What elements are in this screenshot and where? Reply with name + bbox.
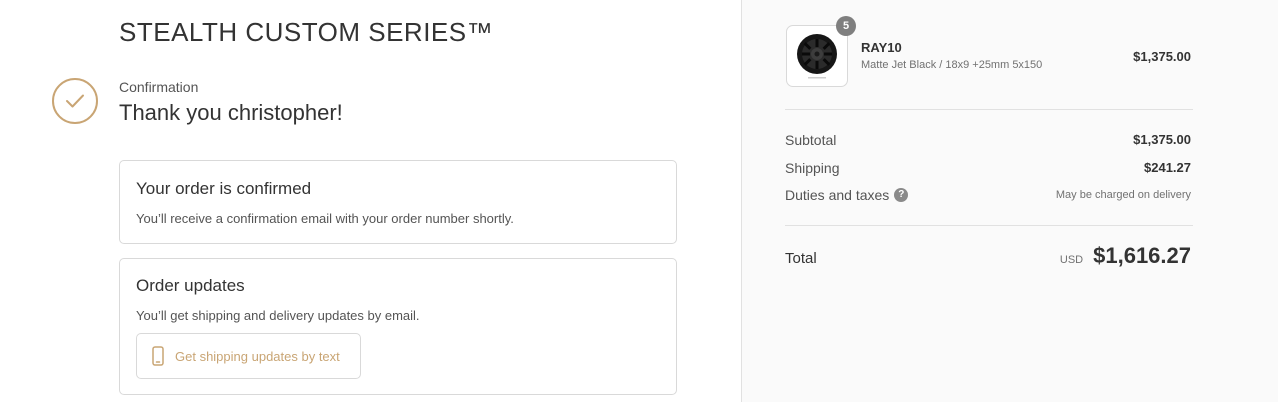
total-divider xyxy=(785,225,1193,226)
main-content: STEALTH CUSTOM SERIES™ Confirmation Than… xyxy=(0,0,741,402)
product-thumbnail xyxy=(786,25,848,87)
quantity-badge: 5 xyxy=(836,16,856,36)
shipping-label: Shipping xyxy=(785,160,840,176)
order-confirmed-card: Your order is confirmed You’ll receive a… xyxy=(119,160,677,244)
checkmark-icon xyxy=(52,78,98,124)
sms-updates-label: Get shipping updates by text xyxy=(175,348,340,364)
help-icon[interactable]: ? xyxy=(894,188,909,202)
currency-code: USD xyxy=(1059,254,1084,266)
summary-divider xyxy=(785,109,1193,110)
duties-label: Duties and taxes xyxy=(785,187,890,203)
shipping-value: $241.27 xyxy=(1144,160,1191,175)
product-variant: Matte Jet Black / 18x9 +25mm 5x150 xyxy=(861,59,1043,71)
subtotal-value: $1,375.00 xyxy=(1133,132,1191,147)
thank-you-heading: Thank you christopher! xyxy=(119,100,343,125)
subtotal-label: Subtotal xyxy=(785,132,837,148)
order-summary-sidebar: 5 RAY10 Matte Jet Black / 18x9 +25mm 5x1… xyxy=(741,0,1278,402)
total-value: $1,616.27 xyxy=(1093,243,1191,268)
order-updates-text: You’ll get shipping and delivery updates… xyxy=(136,308,420,323)
wheel-icon xyxy=(797,34,837,79)
sms-updates-button[interactable]: Get shipping updates by text xyxy=(136,333,361,379)
checkout-confirmation-page: STEALTH CUSTOM SERIES™ Confirmation Than… xyxy=(0,0,1278,402)
order-confirmed-title: Your order is confirmed xyxy=(136,179,312,198)
product-price: $1,375.00 xyxy=(1133,49,1191,64)
phone-icon xyxy=(152,346,164,366)
order-confirmed-text: You’ll receive a confirmation email with… xyxy=(136,211,514,226)
order-updates-title: Order updates xyxy=(136,276,245,295)
order-updates-card: Order updates You’ll get shipping and de… xyxy=(119,258,677,395)
total-amount: USD $1,616.27 xyxy=(1060,243,1191,269)
total-label: Total xyxy=(785,250,817,267)
duties-row-label: Duties and taxes ? xyxy=(785,187,909,203)
product-name: RAY10 xyxy=(861,40,902,55)
confirmation-label: Confirmation xyxy=(119,79,199,95)
store-title[interactable]: STEALTH CUSTOM SERIES™ xyxy=(119,17,493,48)
duties-value: May be charged on delivery xyxy=(1055,189,1191,201)
